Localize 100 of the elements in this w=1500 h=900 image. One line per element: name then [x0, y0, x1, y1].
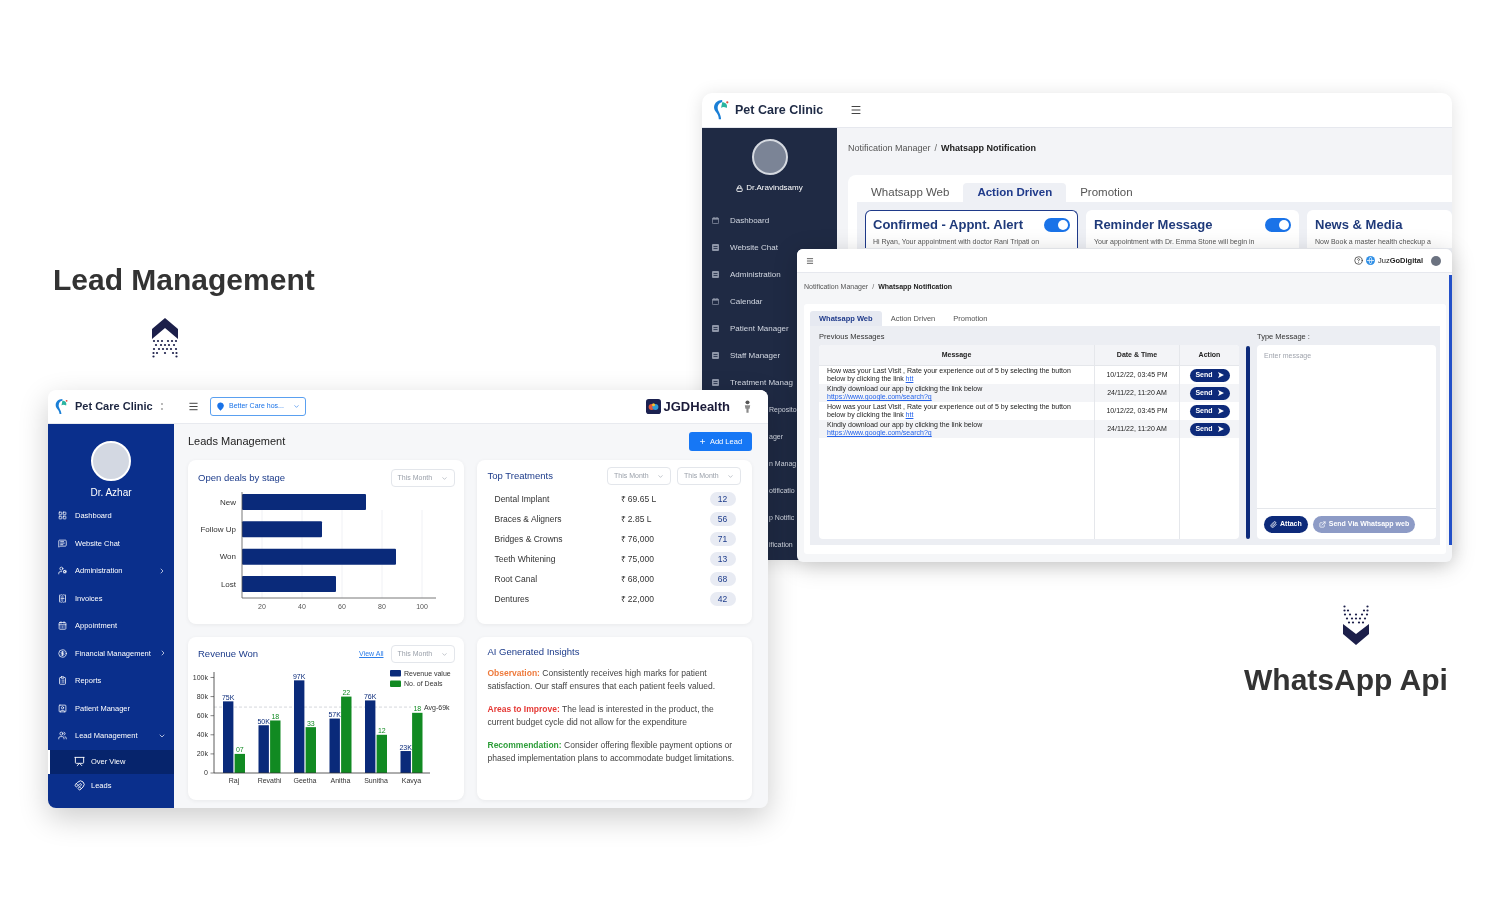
magnet-icon	[74, 780, 85, 791]
clipboard-icon	[58, 676, 67, 686]
avatar-placeholder[interactable]	[1431, 255, 1441, 266]
amount-text: ₹ 22,000	[620, 592, 654, 606]
category-label: Lost	[220, 579, 236, 589]
dollar-coin-icon	[58, 648, 67, 658]
chevron-down-icon	[727, 472, 734, 480]
toggle-switch[interactable]	[1044, 218, 1070, 232]
breadcrumb-item: Whatsapp Notification	[941, 142, 1037, 154]
globe-logo-icon	[1366, 256, 1375, 265]
sidebar-item[interactable]: Calendar	[712, 296, 763, 307]
toggle-switch[interactable]	[1265, 218, 1291, 232]
section-heading: Lead Management	[53, 262, 315, 298]
treatment-name: Dental Implant	[494, 492, 550, 506]
amount-text: ₹ 2.85 L	[620, 512, 652, 526]
card-title: News & Media	[1315, 216, 1403, 235]
avatar-placeholder	[751, 139, 788, 175]
company-name: JGDHealth	[663, 397, 730, 416]
card-title: AI Generated Insights	[487, 646, 580, 658]
arrow-icon	[1217, 390, 1224, 396]
category-label: Won	[219, 552, 236, 562]
sidebar-item[interactable]: Administration	[712, 269, 781, 280]
document-icon	[712, 352, 719, 359]
amount-text: ₹ 75,000	[620, 552, 654, 566]
document-icon	[712, 325, 719, 332]
treatment-name: Bridges & Crowns	[494, 532, 563, 546]
external-link-icon	[1318, 520, 1326, 528]
category-label: New	[220, 497, 236, 507]
amount-text: ₹ 68,000	[620, 572, 654, 586]
sidebar-item[interactable]: Staff Manager	[712, 350, 781, 361]
bar	[258, 725, 269, 773]
card-title: Open deals by stage	[198, 470, 286, 485]
app-logo-icon	[645, 399, 661, 414]
count-badge: 56	[709, 512, 736, 526]
grid-icon	[58, 511, 67, 521]
plus-icon	[698, 438, 706, 445]
user-name: Dr.Aravindsamy	[746, 183, 803, 193]
page-title: Leads Management	[188, 434, 286, 450]
card-title: Top Treatments	[487, 468, 553, 483]
brand-name: Pet Care Clinic	[735, 101, 824, 119]
tab[interactable]: Promotion	[1066, 183, 1147, 202]
tab[interactable]: Whatsapp Web	[857, 183, 964, 202]
chevron-down-icon	[440, 650, 448, 658]
chevron-down-icon	[440, 474, 448, 482]
dots-icon[interactable]	[160, 403, 163, 410]
count-badge: 42	[709, 592, 736, 606]
bird-logo-icon	[712, 100, 729, 120]
avatar-placeholder	[91, 441, 131, 481]
brand-name: Pet Care Clinic	[75, 399, 153, 415]
arrow-icon	[1217, 408, 1224, 414]
calendar-icon	[58, 621, 67, 631]
count-badge: 12	[709, 492, 736, 506]
sidebar-item[interactable]: Website Chat	[712, 242, 778, 253]
document-icon	[712, 379, 719, 386]
amount-text: ₹ 76,000	[620, 532, 654, 546]
card-title: Revenue Won	[198, 646, 259, 661]
chevron-down-icon	[293, 403, 300, 410]
user-name: Dr. Azhar	[90, 487, 132, 498]
chevron-down-logo-icon	[1343, 605, 1369, 645]
document-icon	[712, 271, 719, 278]
user-gear-icon	[58, 566, 67, 576]
menu-icon[interactable]	[188, 401, 199, 412]
paperclip-icon	[1270, 520, 1277, 528]
count-badge: 68	[709, 572, 736, 586]
treatment-name: Root Canal	[494, 572, 538, 586]
bar	[270, 720, 281, 773]
sidebar-item[interactable]: Treatment Manag	[712, 377, 793, 388]
bar	[329, 718, 340, 773]
sidebar-item[interactable]: Patient Manager	[712, 323, 789, 334]
help-icon[interactable]	[1354, 256, 1363, 265]
insight-text: Recommendation: Consider offering flexible payment options or phased implementation plans to accommodate budget limitations.	[487, 739, 736, 765]
breadcrumb-separator: /	[934, 142, 938, 154]
lock-icon	[736, 184, 744, 192]
treatment-name: Teeth Whitening	[494, 552, 556, 566]
tab[interactable]: Action Driven	[963, 183, 1067, 202]
people-icon	[58, 731, 67, 741]
insight-text: Observation: Consistently receives high marks for patient satisfaction. Our staff ensures that each patient feels valued.	[487, 667, 717, 693]
pin-icon	[216, 402, 225, 411]
count-badge: 71	[709, 532, 736, 546]
chat-icon	[58, 538, 67, 548]
person-icon[interactable]	[743, 400, 752, 413]
sidebar-item[interactable]: Dashboard	[712, 215, 770, 226]
id-card-icon	[58, 703, 67, 713]
presentation-icon	[74, 756, 85, 767]
category-label: Follow Up	[200, 525, 236, 535]
insight-text: Areas to Improve: The lead is interested in the product, the current budget cycle did not allow for the expenditure	[487, 703, 715, 729]
calendar-icon	[712, 298, 719, 305]
calendar-icon	[712, 217, 719, 224]
menu-icon[interactable]	[806, 256, 814, 265]
treatment-name: Dentures	[494, 592, 529, 606]
amount-text: ₹ 69.65 L	[620, 492, 657, 506]
section-heading: WhatsApp Api	[1244, 662, 1448, 698]
arrow-icon	[1217, 372, 1224, 378]
bird-logo-icon	[54, 398, 68, 415]
breadcrumb-item[interactable]: Notification Manager	[848, 142, 931, 154]
receipt-icon	[58, 593, 67, 603]
arrow-icon	[1217, 426, 1224, 432]
chevron-up-logo-icon	[152, 318, 178, 358]
count-badge: 13	[709, 552, 736, 566]
menu-icon[interactable]	[850, 104, 862, 116]
